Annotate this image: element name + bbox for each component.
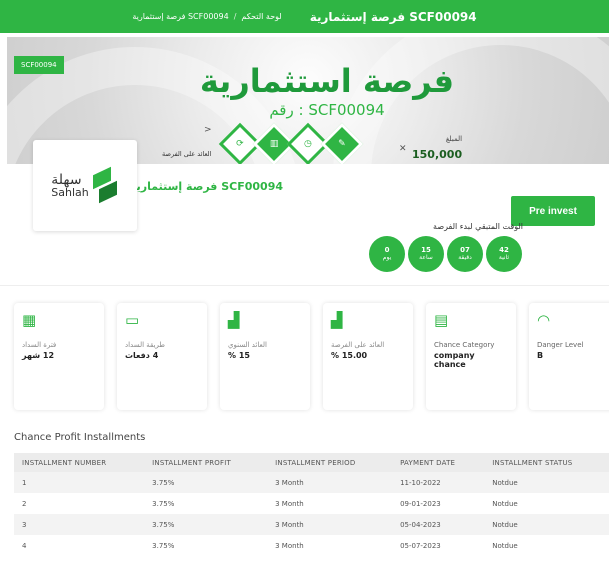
chart-icon: ▥ <box>269 138 279 149</box>
column-header: INSTALLMENT PROFIT <box>144 453 268 472</box>
top-bar: لوحة التحكم / SCF00094 فرصة إستثمارية SC… <box>0 0 609 33</box>
table-cell: 05-04-2023 <box>392 514 485 535</box>
card-label: العائد على الفرصة <box>331 341 385 349</box>
card-chance-category: ▤ Chance Category company chance <box>426 303 516 410</box>
table-cell: 3 Month <box>267 514 393 535</box>
reference-badge: SCF00094 <box>14 56 64 74</box>
info-cards: ▦ فترة السداد 12 شهر ▭ طريقة السداد 4 دف… <box>14 303 609 410</box>
chart-coins-icon: ▟ <box>331 311 343 329</box>
countdown-minutes: 07 دقيقة <box>447 236 483 272</box>
section-divider <box>0 285 609 286</box>
table-cell: 4 <box>22 541 27 550</box>
gauge-icon: ◠ <box>537 311 551 329</box>
column-header: INSTALLMENT NUMBER <box>14 453 145 472</box>
table-cell: 3.75% <box>152 499 175 508</box>
chart-coins-icon: ▟ <box>228 311 240 329</box>
table-row: 4 3.75% 3 Month 05-07-2023 Notdue <box>14 535 609 556</box>
countdown-days: 0 يوم <box>369 236 405 272</box>
page-title: SCF00094 فرصة إستثمارية <box>309 9 477 24</box>
table-cell: Notdue <box>492 499 518 508</box>
company-logo-card: سهلة Sahlah <box>33 140 137 231</box>
table-cell: 3 Month <box>267 472 393 493</box>
table-cell: 3.75% <box>152 541 175 550</box>
card-value: company chance <box>434 351 475 369</box>
sparkle-icon: ✕ <box>399 144 407 154</box>
chevron-icon: > <box>204 125 212 135</box>
pen-icon: ✎ <box>338 138 346 149</box>
hero-number: SCF00094 : رقم <box>269 101 385 119</box>
countdown-minutes-unit: دقيقة <box>458 253 472 261</box>
column-header: PAYMENT DATE <box>392 453 485 472</box>
table-row: 1 3.75% 3 Month 11-10-2022 Notdue <box>14 472 609 493</box>
opportunity-title: SCF00094 فرصة إستثمارية <box>130 180 283 193</box>
table-cell: 09-01-2023 <box>400 499 441 508</box>
breadcrumb-separator: / <box>233 12 237 21</box>
table-cell: 3 Month <box>275 541 304 550</box>
table-cell: 11-10-2022 <box>392 472 485 493</box>
clock-icon: ◷ <box>304 138 312 149</box>
table-cell: 05-07-2023 <box>400 541 441 550</box>
tile-pen: ✎ <box>320 122 364 164</box>
card-annual-return: ▟ العائد السنوي 15 % <box>220 303 310 410</box>
column-header: INSTALLMENT STATUS <box>484 453 609 472</box>
refresh-icon: ⟳ <box>236 138 244 149</box>
table-cell: Notdue <box>492 541 518 550</box>
countdown-seconds-unit: ثانية <box>498 253 510 261</box>
countdown-hours: 15 ساعة <box>408 236 444 272</box>
card-opportunity-return: ▟ العائد على الفرصة 15.00 % <box>323 303 413 410</box>
logo-english: Sahlah <box>51 186 89 199</box>
countdown-seconds: 42 ثانية <box>486 236 522 272</box>
installments-title: Chance Profit Installments <box>14 432 146 443</box>
card-value: 4 دفعات <box>125 351 159 360</box>
building-icon: ▤ <box>434 311 449 329</box>
hero-icon-tiles: ⟳ ▥ ◷ ✎ <box>218 122 364 164</box>
breadcrumb-current: SCF00094 فرصة إستثمارية <box>132 12 229 21</box>
hero-return-text: العائد على الفرصة <box>162 150 212 158</box>
logo-arabic: سهلة <box>51 172 82 188</box>
card-value: B <box>537 351 544 360</box>
card-icon: ▭ <box>125 311 140 329</box>
hero-return-label: العائد على الفرصة <box>162 150 211 158</box>
table-cell: 3.75% <box>144 514 268 535</box>
card-repayment-method: ▭ طريقة السداد 4 دفعات <box>117 303 207 410</box>
hero-title: فرصة استثمارية <box>199 62 455 100</box>
card-value: 15 % <box>228 351 250 360</box>
card-value: 15.00 % <box>331 351 368 360</box>
installments-table: INSTALLMENT NUMBER INSTALLMENT PROFIT IN… <box>14 453 609 556</box>
card-label: العائد السنوي <box>228 341 267 349</box>
table-cell: 2 <box>22 499 27 508</box>
hero-amount: المبلغ 150,000 <box>412 135 462 162</box>
card-label: طريقة السداد <box>125 341 165 349</box>
countdown-days-unit: يوم <box>382 253 392 261</box>
company-logo-text: سهلة Sahlah <box>51 173 88 198</box>
table-row: 2 3.75% 3 Month 09-01-2023 Notdue <box>14 493 609 514</box>
card-label: Danger Level <box>537 341 584 349</box>
column-header: INSTALLMENT PERIOD <box>267 453 393 472</box>
company-logo-icon <box>92 166 119 203</box>
table-cell: 3 <box>14 514 145 535</box>
card-danger-level: ◠ Danger Level B <box>529 303 609 410</box>
table-cell: 3.75% <box>144 472 268 493</box>
card-repayment-period: ▦ فترة السداد 12 شهر <box>14 303 104 410</box>
table-row: 3 3.75% 3 Month 05-04-2023 Notdue <box>14 514 609 535</box>
table-cell: 1 <box>14 472 145 493</box>
breadcrumb-dashboard[interactable]: لوحة التحكم <box>241 12 281 21</box>
countdown-hours-unit: ساعة <box>419 253 433 261</box>
table-cell: 3 Month <box>275 499 304 508</box>
calendar-icon: ▦ <box>22 311 37 329</box>
breadcrumb: لوحة التحكم / SCF00094 فرصة إستثمارية <box>132 12 281 21</box>
amount-label: المبلغ <box>445 135 463 143</box>
table-cell: Notdue <box>484 472 609 493</box>
table-header-row: INSTALLMENT NUMBER INSTALLMENT PROFIT IN… <box>14 453 609 472</box>
pre-invest-button[interactable]: Pre invest <box>511 196 595 226</box>
remaining-time-label: الوقت المتبقي لبدء الفرصة <box>433 222 523 231</box>
countdown-timer: 0 يوم 15 ساعة 07 دقيقة 42 ثانية <box>369 236 522 272</box>
card-value: 12 شهر <box>22 351 55 360</box>
card-label: Chance Category <box>434 341 495 349</box>
amount-value: 150,000 <box>412 148 463 161</box>
table-cell: Notdue <box>484 514 609 535</box>
card-label: فترة السداد <box>22 341 57 349</box>
